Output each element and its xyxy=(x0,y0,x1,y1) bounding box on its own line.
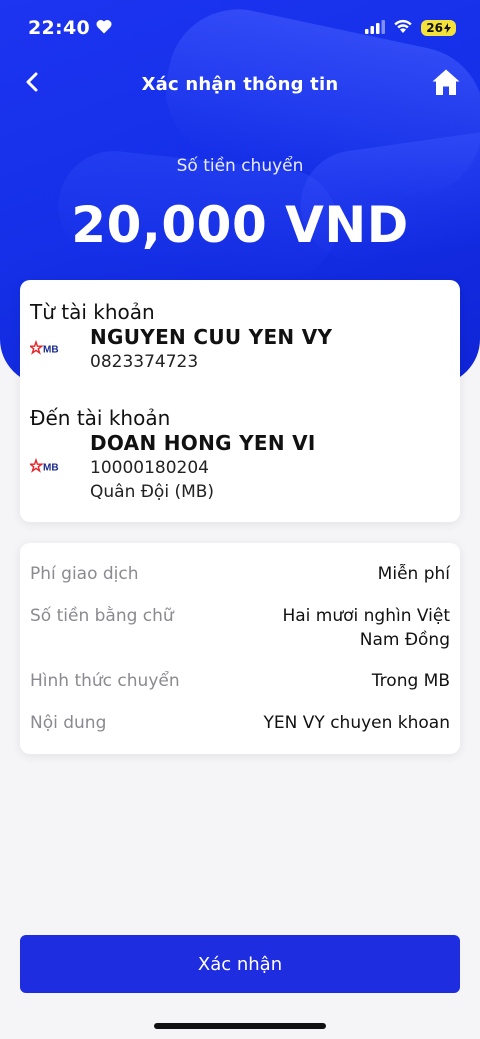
battery-icon: 26 xyxy=(421,20,456,36)
home-icon xyxy=(431,68,461,100)
amount-words-value: Hai mươi nghìn Việt Nam Đồng xyxy=(282,606,450,650)
detail-row-amount-words: Số tiền bằng chữ Hai mươi nghìn Việt Nam… xyxy=(30,606,450,650)
amount-label: Số tiền chuyển xyxy=(176,156,304,176)
content-value: YEN VY chuyen khoan xyxy=(263,713,450,733)
detail-row-method: Hình thức chuyển Trong MB xyxy=(30,671,450,691)
battery-level: 26 xyxy=(426,21,443,35)
transfer-details-card: Phí giao dịch Miễn phí Số tiền bằng chữ … xyxy=(20,543,460,754)
mb-bank-logo: MB xyxy=(28,339,64,358)
from-account-label: Từ tài khoản xyxy=(30,300,155,324)
method-value: Trong MB xyxy=(371,671,450,691)
fee-value: Miễn phí xyxy=(377,564,450,584)
back-button[interactable] xyxy=(16,68,48,100)
amount-words-line2: Nam Đồng xyxy=(359,630,450,650)
transfer-confirm-screen: 22:40 26 Xác nhận thông tin Số tiền chuy… xyxy=(0,0,480,1039)
signal-icon xyxy=(365,19,386,38)
home-button[interactable] xyxy=(428,66,464,102)
from-account-name: NGUYEN CUU YEN VY xyxy=(90,325,333,349)
chevron-left-icon xyxy=(24,72,40,96)
from-account-number: 0823374723 xyxy=(90,352,199,372)
status-time: 22:40 xyxy=(28,17,90,39)
amount-words-line1: Hai mươi nghìn Việt xyxy=(282,606,450,626)
wifi-icon xyxy=(393,19,413,38)
page-title: Xác nhận thông tin xyxy=(141,73,339,95)
detail-row-fee: Phí giao dịch Miễn phí xyxy=(30,564,450,584)
amount-value: 20,000 VND xyxy=(71,196,409,254)
nav-bar: Xác nhận thông tin xyxy=(0,58,480,110)
heart-icon xyxy=(96,17,112,39)
method-label: Hình thức chuyển xyxy=(30,671,180,691)
svg-text:MB: MB xyxy=(43,463,59,474)
to-account-name: DOAN HONG YEN VI xyxy=(90,431,316,455)
status-bar: 22:40 26 xyxy=(0,0,480,56)
to-account-number: 10000180204 xyxy=(90,458,209,478)
to-bank-name: Quân Đội (MB) xyxy=(90,482,215,502)
mb-bank-logo: MB xyxy=(28,457,64,476)
status-indicators: 26 xyxy=(365,19,456,38)
status-time-group: 22:40 xyxy=(28,17,112,39)
svg-text:MB: MB xyxy=(43,345,59,356)
detail-row-content: Nội dung YEN VY chuyen khoan xyxy=(30,713,450,733)
home-indicator[interactable] xyxy=(154,1023,326,1029)
amount-words-label: Số tiền bằng chữ xyxy=(30,606,174,626)
fee-label: Phí giao dịch xyxy=(30,564,139,584)
to-account-label: Đến tài khoản xyxy=(30,406,171,430)
accounts-card: Từ tài khoản MB NGUYEN CUU YEN VY 082337… xyxy=(20,280,460,522)
confirm-button[interactable]: Xác nhận xyxy=(20,935,460,993)
content-label: Nội dung xyxy=(30,713,107,733)
